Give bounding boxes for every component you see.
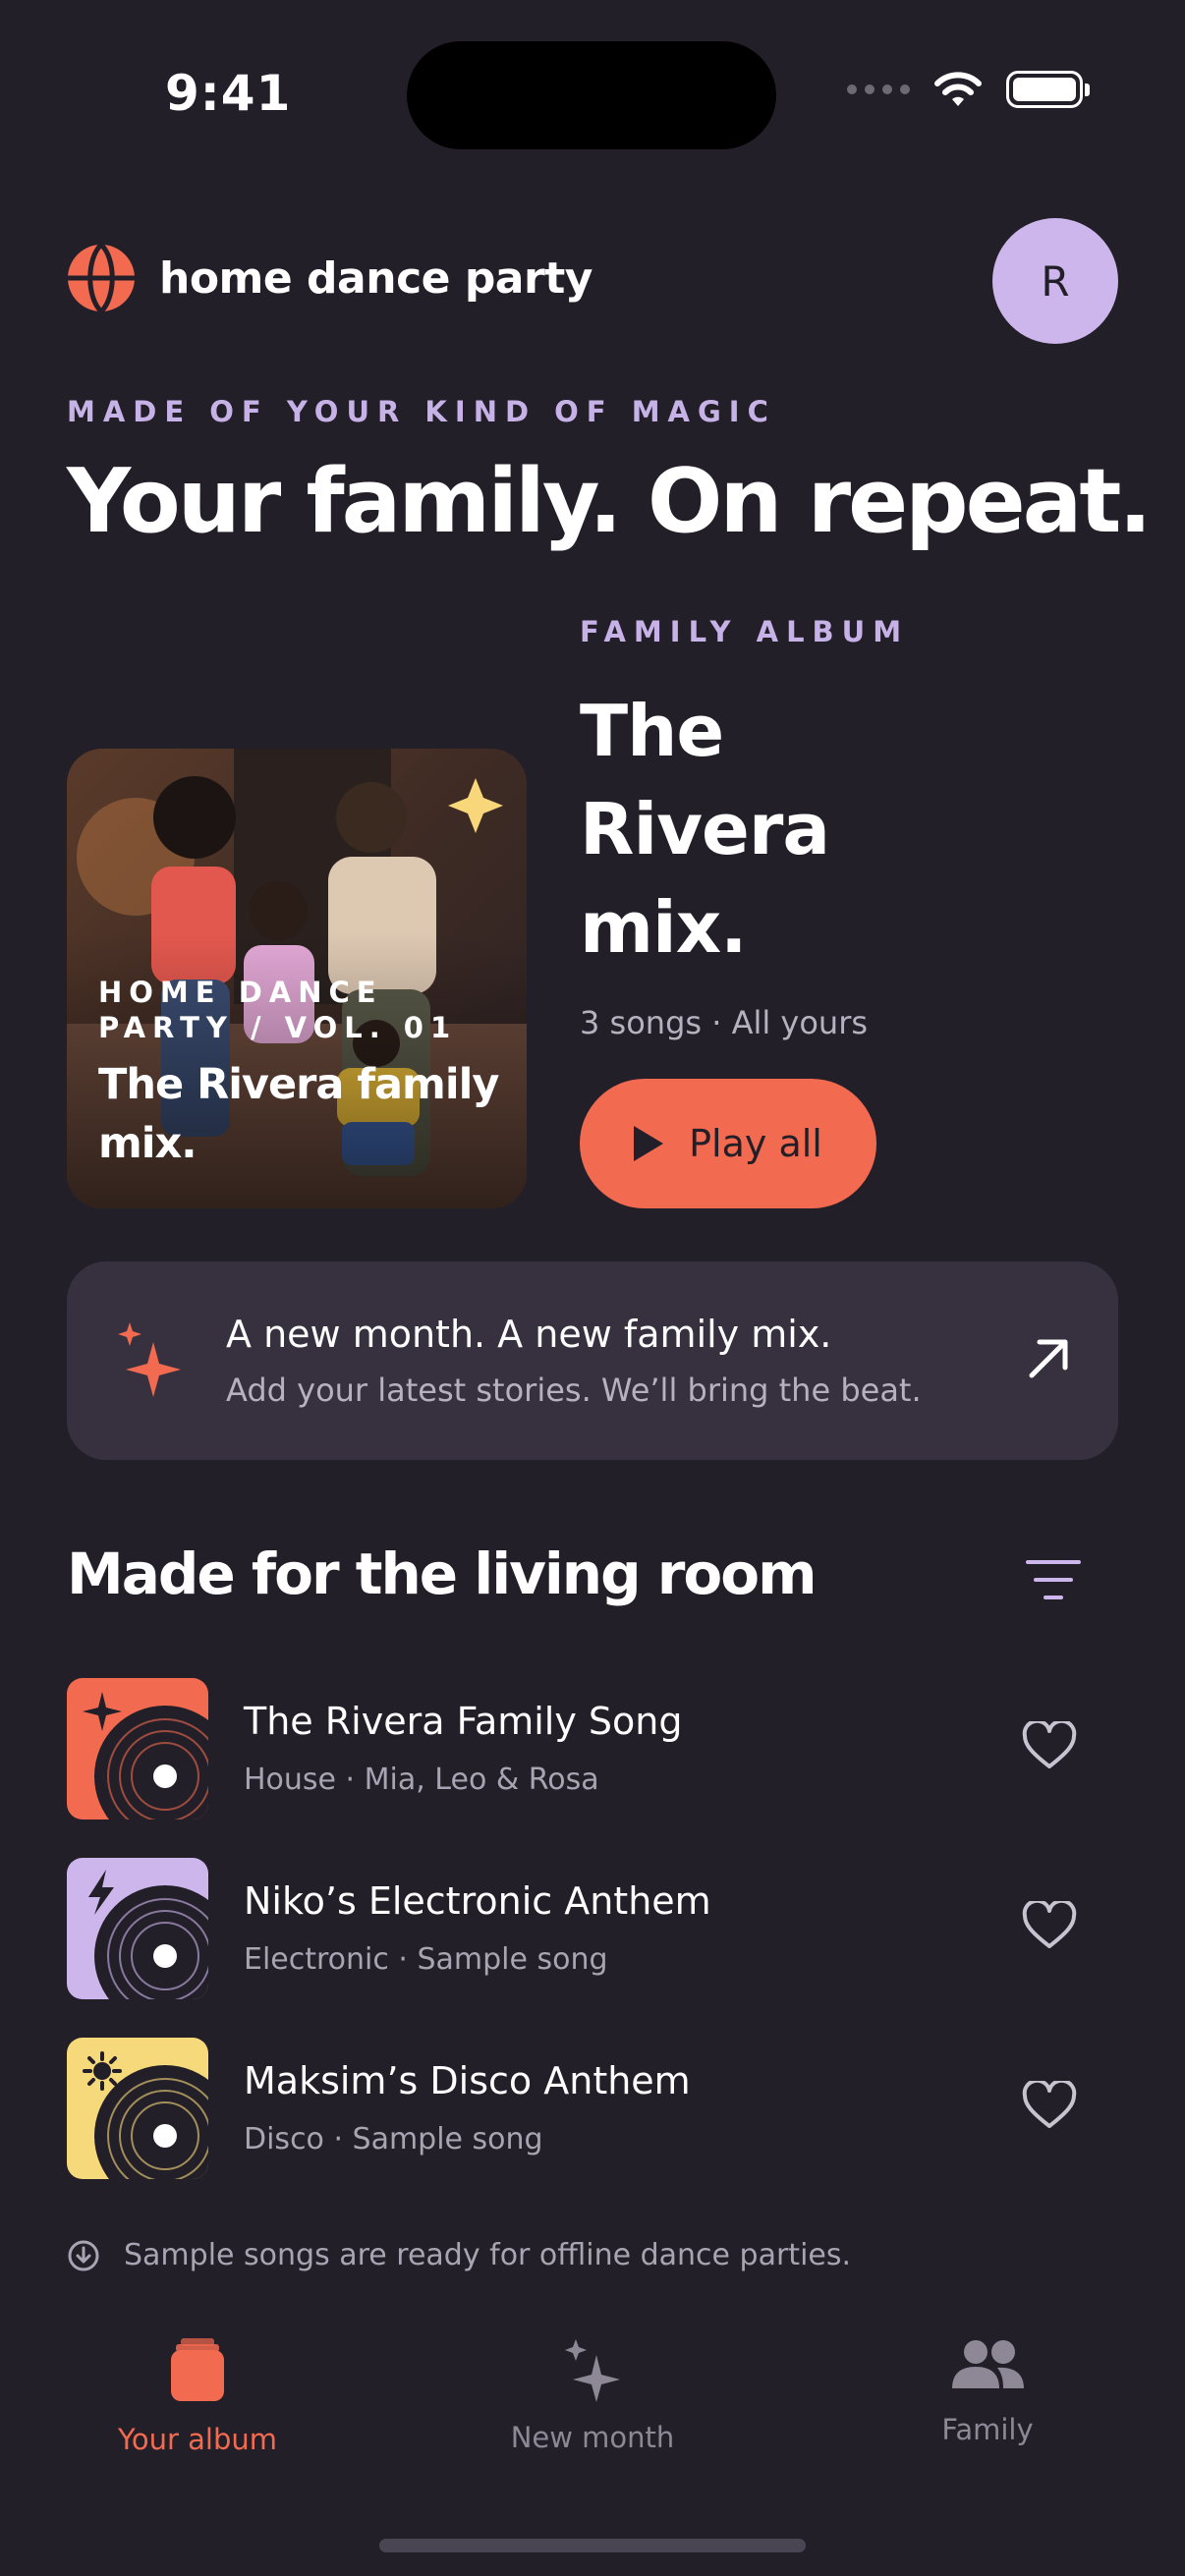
song-title: Maksim’s Disco Anthem [244, 2059, 691, 2102]
album-title: The Rivera mix. [580, 690, 830, 969]
song-row[interactable]: The Rivera Family Song House · Mia, Leo … [67, 1678, 1118, 1820]
tab-your-album[interactable]: Your album [50, 2328, 345, 2456]
section-title: Made for the living room [67, 1540, 818, 1607]
bolt-icon [88, 1870, 114, 1915]
status-time: 9:41 [165, 65, 292, 122]
song-artwork [67, 2038, 208, 2179]
play-icon [634, 1126, 664, 1161]
arrow-up-right-icon [1029, 1339, 1068, 1378]
wifi-icon [934, 72, 982, 106]
banner-subtitle: Add your latest stories. We’ll bring the… [226, 1372, 922, 1409]
heart-icon[interactable] [1022, 1721, 1077, 1770]
avatar[interactable]: R [992, 218, 1118, 344]
page-title: Your family. On repeat. [67, 450, 1153, 553]
banner-title: A new month. A new family mix. [226, 1313, 832, 1356]
album-icon [171, 2338, 224, 2401]
sparkle-icon [118, 1322, 181, 1397]
heart-icon[interactable] [1022, 1901, 1077, 1950]
dynamic-island [407, 41, 776, 149]
battery-icon [1006, 71, 1090, 108]
play-all-button[interactable]: Play all [580, 1079, 876, 1208]
brand-name: home dance party [159, 252, 592, 304]
tab-new-month[interactable]: New month [445, 2328, 740, 2454]
sparkle-icon [83, 1692, 122, 1731]
offline-note: Sample songs are ready for offline dance… [67, 2238, 851, 2272]
song-row[interactable]: Maksim’s Disco Anthem Disco · Sample son… [67, 2038, 1118, 2179]
brand: home dance party [67, 244, 592, 312]
song-subtitle: Electronic · Sample song [244, 1942, 608, 1977]
song-artwork [67, 1858, 208, 1999]
home-indicator[interactable] [379, 2539, 806, 2552]
signal-dots-icon [847, 84, 910, 94]
song-subtitle: Disco · Sample song [244, 2122, 543, 2156]
offline-note-text: Sample songs are ready for offline dance… [124, 2238, 852, 2272]
song-title: Niko’s Electronic Anthem [244, 1879, 711, 1923]
heart-icon[interactable] [1022, 2081, 1077, 2130]
hero-eyebrow: MADE OF YOUR KIND OF MAGIC [67, 395, 776, 428]
sun-icon [83, 2051, 122, 2091]
song-artwork [67, 1678, 208, 1820]
filter-icon[interactable] [1024, 1556, 1083, 1603]
song-title: The Rivera Family Song [244, 1700, 683, 1743]
song-subtitle: House · Mia, Leo & Rosa [244, 1763, 599, 1797]
album-art-title: The Rivera family mix. [98, 1060, 499, 1168]
tab-label: New month [510, 2421, 675, 2454]
sparkle-icon [565, 2339, 620, 2402]
album-art-volume: HOME DANCE PARTY / VOL. 01 [98, 976, 458, 1044]
status-icons [847, 71, 1090, 108]
album-label: FAMILY ALBUM [580, 615, 910, 648]
song-row[interactable]: Niko’s Electronic Anthem Electronic · Sa… [67, 1858, 1118, 1999]
globe-icon [68, 244, 135, 312]
download-icon [68, 2240, 99, 2270]
family-icon [952, 2340, 1024, 2388]
tab-label: Your album [118, 2423, 277, 2456]
album-meta: 3 songs · All yours [580, 1004, 869, 1041]
album-cover[interactable]: HOME DANCE PARTY / VOL. 01 The Rivera fa… [67, 749, 527, 1208]
tab-label: Family [941, 2413, 1034, 2446]
new-month-banner[interactable]: A new month. A new family mix. Add your … [67, 1261, 1118, 1460]
play-all-label: Play all [689, 1122, 822, 1165]
tab-family[interactable]: Family [840, 2328, 1135, 2446]
